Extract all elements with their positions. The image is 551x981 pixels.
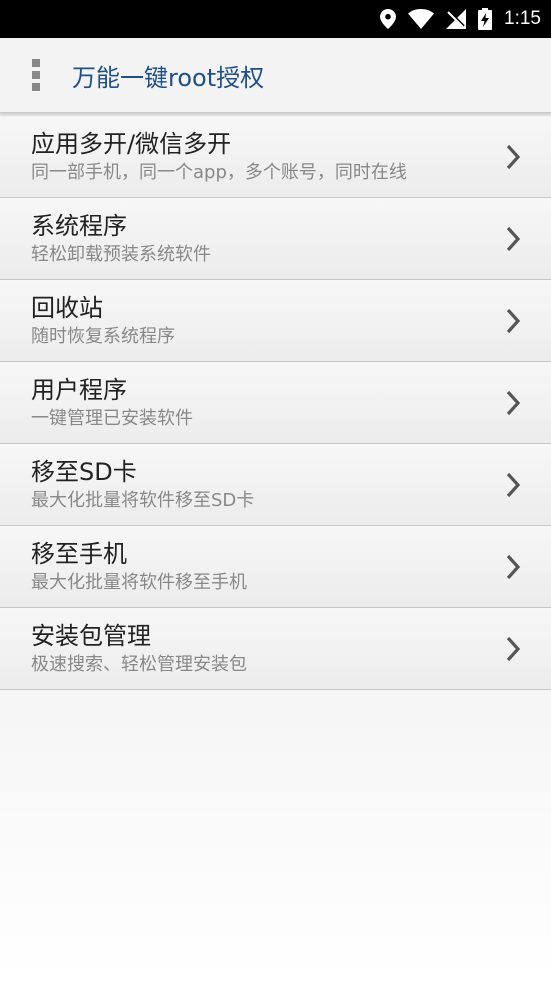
battery-icon [478,8,493,30]
feature-list: 应用多开/微信多开 同一部手机，同一个app，多个账号，同时在线 系统程序 轻松… [0,116,551,690]
chevron-right-icon [506,226,521,251]
list-item-title: 移至手机 [31,539,127,568]
menu-button[interactable] [0,38,72,112]
list-item-title: 用户程序 [31,375,127,404]
wifi-icon [408,9,435,29]
list-item-move-to-phone[interactable]: 移至手机 最大化批量将软件移至手机 [0,526,551,608]
chevron-right-icon [506,144,521,169]
list-item-subtitle: 最大化批量将软件移至SD卡 [31,489,255,511]
list-item-title: 系统程序 [31,211,127,240]
list-item-title: 移至SD卡 [31,457,137,486]
list-item-user-apps[interactable]: 用户程序 一键管理已安装软件 [0,362,551,444]
status-bar: 1:15 [0,0,551,38]
list-item-multi-open[interactable]: 应用多开/微信多开 同一部手机，同一个app，多个账号，同时在线 [0,116,551,198]
chevron-right-icon [506,554,521,579]
list-item-subtitle: 一键管理已安装软件 [31,407,193,429]
chevron-right-icon [506,472,521,497]
list-item-subtitle: 同一部手机，同一个app，多个账号，同时在线 [31,161,407,183]
page-title: 万能一键root授权 [72,63,265,92]
list-item-subtitle: 随时恢复系统程序 [31,325,175,347]
list-item-subtitle: 轻松卸载预装系统软件 [31,243,211,265]
list-item-title: 回收站 [31,293,103,322]
status-time: 1:15 [504,8,541,29]
list-item-apk-manager[interactable]: 安装包管理 极速搜索、轻松管理安装包 [0,608,551,690]
chevron-right-icon [506,308,521,333]
list-item-title: 应用多开/微信多开 [31,129,232,158]
list-item-subtitle: 极速搜索、轻松管理安装包 [31,653,247,675]
list-item-title: 安装包管理 [31,621,151,650]
list-item-system-apps[interactable]: 系统程序 轻松卸载预装系统软件 [0,198,551,280]
chevron-right-icon [506,636,521,661]
location-icon [380,9,397,29]
list-item-subtitle: 最大化批量将软件移至手机 [31,571,247,593]
list-item-recycle-bin[interactable]: 回收站 随时恢复系统程序 [0,280,551,362]
more-vert-icon [32,59,40,91]
chevron-right-icon [506,390,521,415]
list-item-move-to-sd[interactable]: 移至SD卡 最大化批量将软件移至SD卡 [0,444,551,526]
signal-icon [446,9,467,29]
app-bar: 万能一键root授权 [0,38,551,113]
